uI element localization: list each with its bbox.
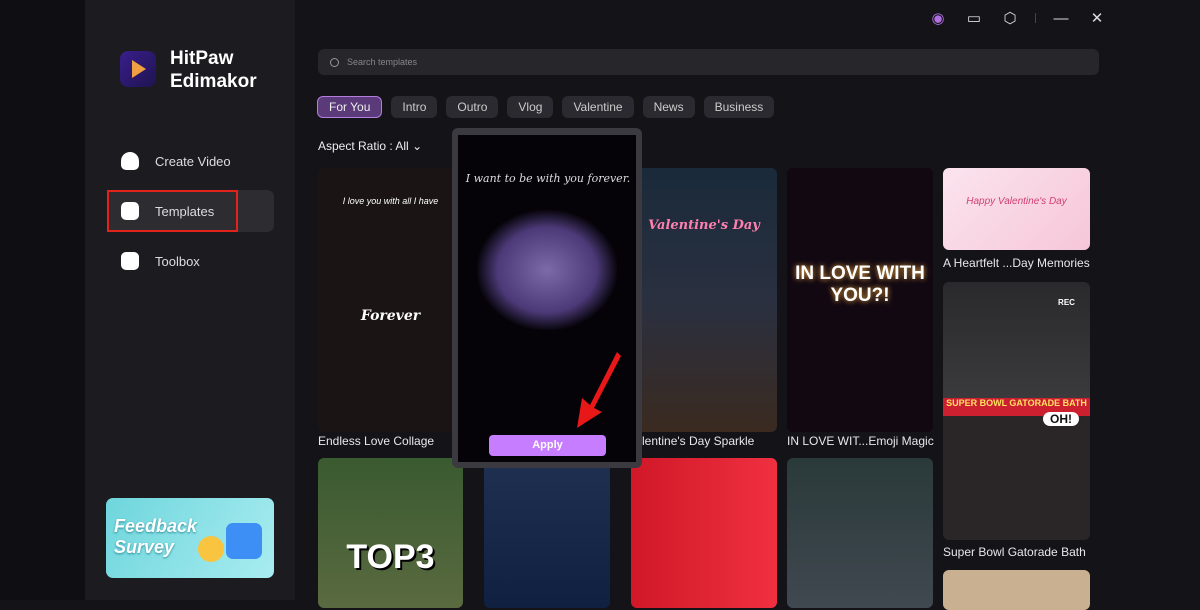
template-thumbnail[interactable]: I love you with all I have Forever xyxy=(318,168,463,432)
template-title: IN LOVE WIT...Emoji Magic xyxy=(787,434,934,448)
tab-intro[interactable]: Intro xyxy=(391,96,438,118)
template-title: lentine's Day Sparkle xyxy=(642,434,755,448)
tab-valentine[interactable]: Valentine xyxy=(562,96,634,118)
template-title: Endless Love Collage xyxy=(318,434,435,448)
aspect-ratio-label: Aspect Ratio : All xyxy=(318,139,409,153)
red-arrow-annotation xyxy=(577,352,621,428)
aspect-ratio-dropdown[interactable]: Aspect Ratio : All ⌄ xyxy=(318,139,422,153)
app-name-line2: Edimakor xyxy=(170,71,257,92)
template-thumbnail[interactable]: Valentine's Day xyxy=(631,168,777,432)
templates-icon xyxy=(121,202,139,220)
play-icon xyxy=(226,523,262,559)
heart-image xyxy=(477,210,617,330)
template-thumbnail[interactable] xyxy=(484,458,610,608)
toolbox-icon xyxy=(121,252,139,270)
template-thumbnail[interactable]: TOP3 xyxy=(318,458,463,608)
account-icon[interactable]: ◉ xyxy=(929,9,947,27)
preview-caption: I want to be with you forever. xyxy=(465,172,631,185)
thumbnail-text: OH! xyxy=(1043,412,1079,426)
feedback-survey-banner[interactable]: Feedback Survey xyxy=(106,498,274,578)
app-name: HitPaw Edimakor xyxy=(170,47,257,93)
thumbnail-text: IN LOVE WITH YOU?! xyxy=(795,263,925,306)
window-edge xyxy=(0,0,85,600)
sidebar-item-label: Toolbox xyxy=(155,253,200,269)
category-tabs: For You Intro Outro Vlog Valentine News … xyxy=(317,96,775,118)
minimize-icon[interactable]: — xyxy=(1052,9,1070,27)
template-thumbnail[interactable]: Happy Valentine's Day xyxy=(943,168,1090,250)
create-video-icon xyxy=(121,152,139,170)
settings-icon[interactable]: ⬡ xyxy=(1001,9,1019,27)
apply-button[interactable]: Apply xyxy=(489,435,606,456)
divider xyxy=(1035,13,1036,23)
app-name-line1: HitPaw xyxy=(170,48,234,69)
sidebar-item-templates[interactable]: Templates xyxy=(107,190,274,232)
template-thumbnail[interactable] xyxy=(631,458,777,608)
tab-news[interactable]: News xyxy=(642,96,695,118)
template-title: Super Bowl Gatorade Bath xyxy=(943,545,1086,559)
sidebar-item-create-video[interactable]: Create Video xyxy=(107,140,274,182)
template-thumbnail[interactable]: IN LOVE WITH YOU?! xyxy=(787,168,933,432)
template-thumbnail[interactable] xyxy=(787,458,933,608)
search-placeholder: Search templates xyxy=(347,57,418,67)
thumbnail-text: Happy Valentine's Day xyxy=(966,196,1067,207)
heart-eyes-emoji-icon xyxy=(198,536,224,562)
thumbnail-text: SUPER BOWL GATORADE BATH xyxy=(946,398,1087,408)
thumbnail-text: Forever xyxy=(360,308,421,324)
search-icon xyxy=(330,57,339,67)
template-title: A Heartfelt ...Day Memories xyxy=(943,256,1090,270)
tab-outro[interactable]: Outro xyxy=(446,96,499,118)
tab-vlog[interactable]: Vlog xyxy=(507,96,554,118)
sidebar-item-label: Create Video xyxy=(155,153,231,169)
feedback-icon[interactable]: ▭ xyxy=(965,9,983,27)
search-input[interactable]: Search templates xyxy=(318,49,1099,75)
thumbnail-text: Valentine's Day xyxy=(648,218,760,233)
thumbnail-text: TOP3 xyxy=(346,538,435,576)
close-icon[interactable]: ✕ xyxy=(1088,9,1106,27)
chevron-down-icon: ⌄ xyxy=(412,139,423,153)
app-logo xyxy=(120,51,156,87)
template-thumbnail[interactable] xyxy=(943,570,1090,610)
thumbnail-text: REC xyxy=(1058,298,1075,307)
template-thumbnail[interactable]: SUPER BOWL GATORADE BATH OH! REC xyxy=(943,282,1090,540)
tab-business[interactable]: Business xyxy=(703,96,775,118)
thumbnail-text: I love you with all I have xyxy=(342,196,439,206)
sidebar-item-toolbox[interactable]: Toolbox xyxy=(107,240,274,282)
tab-for-you[interactable]: For You xyxy=(317,96,383,118)
